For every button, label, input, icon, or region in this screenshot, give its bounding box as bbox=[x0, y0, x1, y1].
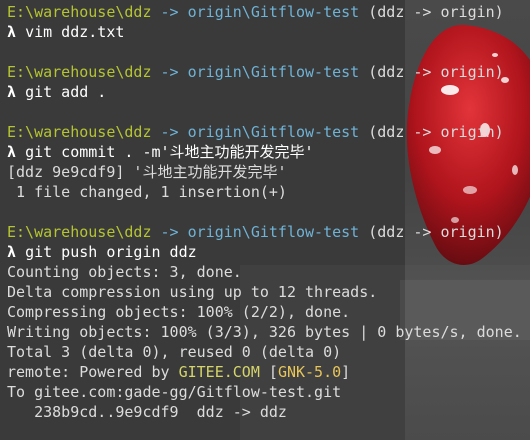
remote-host-highlight: GITEE.COM bbox=[178, 363, 260, 381]
output-text: remote: Powered by bbox=[7, 363, 179, 381]
output-text: Delta compression using up to 12 threads… bbox=[7, 283, 378, 301]
output-text: [ bbox=[259, 363, 278, 381]
prompt-branch: -> origin\Gitflow-test bbox=[160, 3, 360, 21]
prompt-line: E:\warehouse\ddz -> origin\Gitflow-test … bbox=[7, 122, 522, 142]
prompt-path: E:\warehouse\ddz bbox=[7, 123, 152, 141]
command-line: λ git commit . -m'斗地主功能开发完毕' bbox=[7, 142, 522, 162]
output-line: Counting objects: 3, done. bbox=[7, 262, 522, 282]
command-line: λ git push origin ddz bbox=[7, 242, 522, 262]
command-line: λ vim ddz.txt bbox=[7, 22, 522, 42]
lambda-prompt-symbol: λ bbox=[7, 143, 17, 161]
prompt-branch: -> origin\Gitflow-test bbox=[160, 123, 360, 141]
terminal-output: E:\warehouse\ddz -> origin\Gitflow-test … bbox=[7, 2, 522, 422]
prompt-branch-info: (ddz -> origin) bbox=[368, 3, 504, 21]
blank-line bbox=[7, 202, 522, 222]
prompt-line: E:\warehouse\ddz -> origin\Gitflow-test … bbox=[7, 2, 522, 22]
lambda-prompt-symbol: λ bbox=[7, 243, 17, 261]
output-text: Writing objects: 100% (3/3), 326 bytes |… bbox=[7, 323, 522, 341]
prompt-line: E:\warehouse\ddz -> origin\Gitflow-test … bbox=[7, 222, 522, 242]
prompt-branch: -> origin\Gitflow-test bbox=[160, 63, 360, 81]
terminal-window[interactable]: E:\warehouse\ddz -> origin\Gitflow-test … bbox=[0, 0, 530, 440]
output-line: 238b9cd..9e9cdf9 ddz -> ddz bbox=[7, 402, 522, 422]
blank-line bbox=[7, 42, 522, 62]
prompt-branch: -> origin\Gitflow-test bbox=[160, 223, 360, 241]
output-line: Delta compression using up to 12 threads… bbox=[7, 282, 522, 302]
output-line: 1 file changed, 1 insertion(+) bbox=[7, 182, 522, 202]
command-text: git push origin ddz bbox=[25, 243, 197, 261]
output-text: ] bbox=[341, 363, 351, 381]
output-line: [ddz 9e9cdf9] '斗地主功能开发完毕' bbox=[7, 162, 522, 182]
prompt-path: E:\warehouse\ddz bbox=[7, 3, 152, 21]
output-text: 238b9cd..9e9cdf9 ddz -> ddz bbox=[7, 403, 287, 421]
output-text: To gitee.com:gade-gg/Gitflow-test.git bbox=[7, 383, 342, 401]
command-text: git add . bbox=[25, 83, 107, 101]
blank-line bbox=[7, 102, 522, 122]
output-line: remote: Powered by GITEE.COM [GNK-5.0] bbox=[7, 362, 522, 382]
lambda-prompt-symbol: λ bbox=[7, 23, 17, 41]
output-line: To gitee.com:gade-gg/Gitflow-test.git bbox=[7, 382, 522, 402]
output-text: 1 file changed, 1 insertion(+) bbox=[7, 183, 287, 201]
output-text: Counting objects: 3, done. bbox=[7, 263, 242, 281]
command-line: λ git add . bbox=[7, 82, 522, 102]
prompt-path: E:\warehouse\ddz bbox=[7, 223, 152, 241]
prompt-path: E:\warehouse\ddz bbox=[7, 63, 152, 81]
command-text: vim ddz.txt bbox=[25, 23, 125, 41]
output-line: Compressing objects: 100% (2/2), done. bbox=[7, 302, 522, 322]
output-text: [ddz 9e9cdf9] '斗地主功能开发完毕' bbox=[7, 163, 287, 181]
lambda-prompt-symbol: λ bbox=[7, 83, 17, 101]
prompt-branch-info: (ddz -> origin) bbox=[368, 123, 504, 141]
output-line: Writing objects: 100% (3/3), 326 bytes |… bbox=[7, 322, 522, 342]
prompt-branch-info: (ddz -> origin) bbox=[368, 223, 504, 241]
prompt-branch-info: (ddz -> origin) bbox=[368, 63, 504, 81]
output-text: Total 3 (delta 0), reused 0 (delta 0) bbox=[7, 343, 342, 361]
command-text: git commit . -m'斗地主功能开发完毕' bbox=[25, 143, 314, 161]
prompt-line: E:\warehouse\ddz -> origin\Gitflow-test … bbox=[7, 62, 522, 82]
remote-version-highlight: GNK-5.0 bbox=[277, 363, 342, 381]
output-text: Compressing objects: 100% (2/2), done. bbox=[7, 303, 351, 321]
output-line: Total 3 (delta 0), reused 0 (delta 0) bbox=[7, 342, 522, 362]
